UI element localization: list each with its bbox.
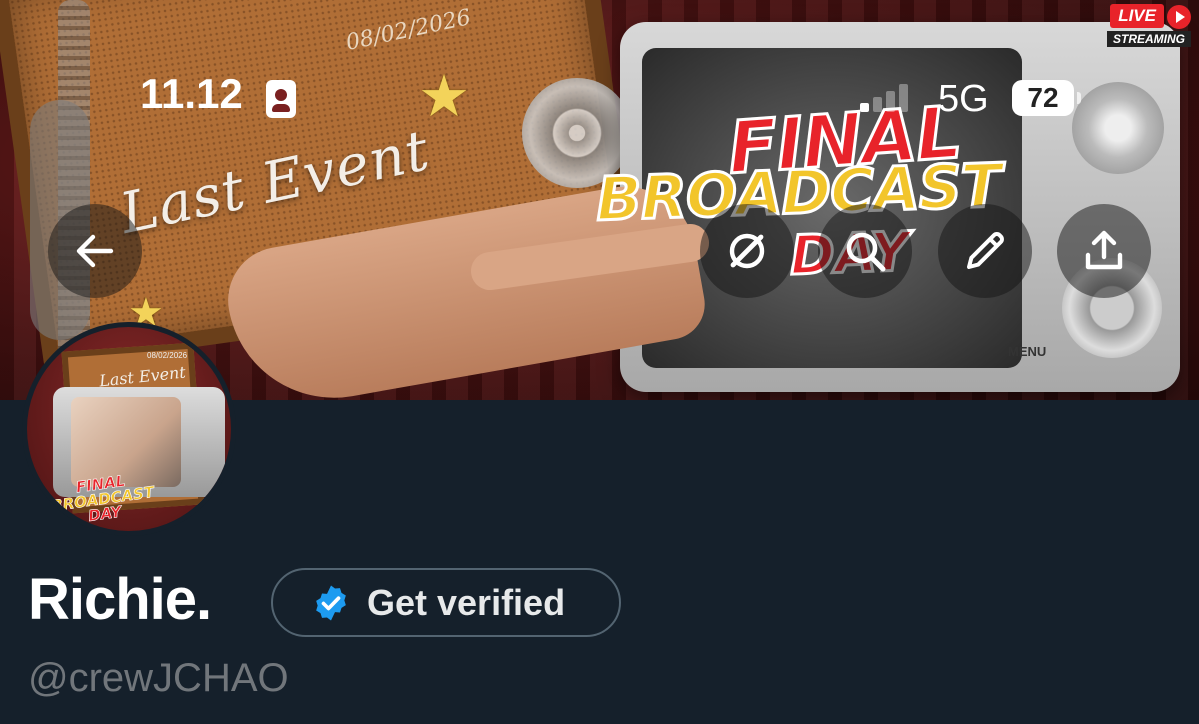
streaming-label: STREAMING xyxy=(1107,30,1191,47)
search-button[interactable] xyxy=(818,204,912,298)
cellular-signal-icon xyxy=(860,82,920,112)
grok-button[interactable] xyxy=(700,204,794,298)
headline-broadcast: BROADCAST xyxy=(593,149,1003,236)
star-icon: ★ xyxy=(418,64,470,129)
back-button[interactable] xyxy=(48,204,142,298)
search-icon xyxy=(846,232,886,272)
contact-card-icon xyxy=(266,80,296,118)
network-type: 5G xyxy=(938,78,989,120)
battery-icon: 72 xyxy=(1012,80,1081,116)
live-label: LIVE xyxy=(1110,4,1164,28)
camera-dial xyxy=(1072,82,1164,174)
pencil-icon xyxy=(967,232,1004,269)
grok-icon xyxy=(729,233,765,269)
avatar[interactable]: 08/02/2026 Last Event FINAL BROADCAST DA… xyxy=(22,322,236,536)
battery-level: 72 xyxy=(1027,82,1059,113)
share-icon xyxy=(1085,230,1123,270)
get-verified-label: Get verified xyxy=(367,581,566,623)
play-icon xyxy=(1167,4,1191,29)
live-streaming-badge: LIVE STREAMING xyxy=(1107,4,1191,48)
avatar-date: 08/02/2026 xyxy=(147,351,188,360)
edit-button[interactable] xyxy=(938,204,1032,298)
arrow-left-icon xyxy=(76,234,114,268)
get-verified-button[interactable]: Get verified xyxy=(271,568,621,637)
share-button[interactable] xyxy=(1057,204,1151,298)
profile-handle: @crewJCHAO xyxy=(28,656,289,700)
verified-badge-icon xyxy=(316,585,346,620)
camera-menu-label: MENU xyxy=(1008,344,1047,359)
status-time: 11.12 xyxy=(140,70,243,117)
profile-name: Richie. xyxy=(28,567,212,632)
